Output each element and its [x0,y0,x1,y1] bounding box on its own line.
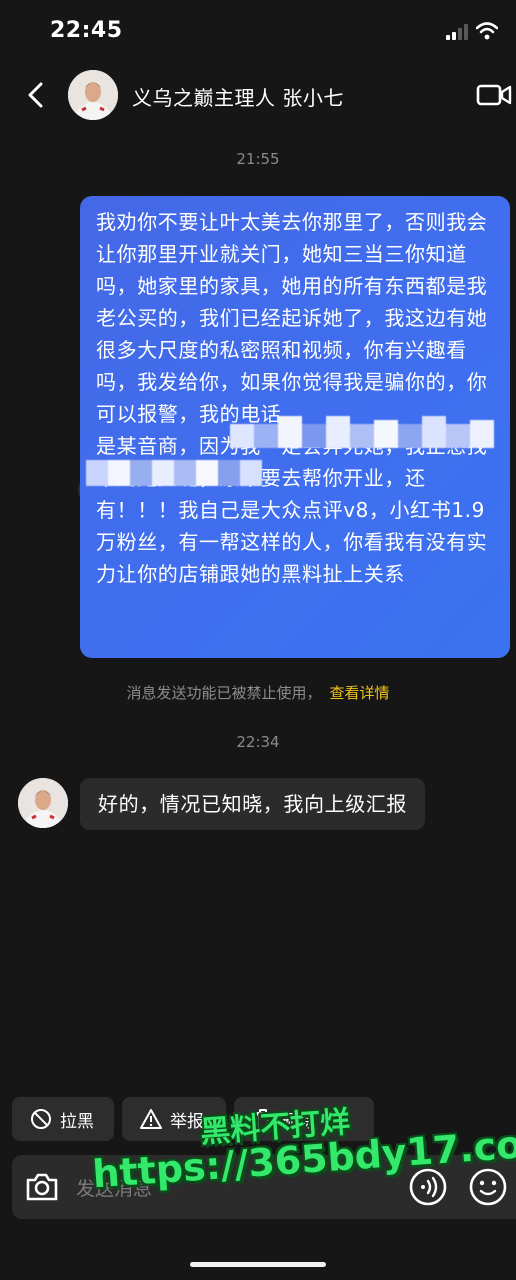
chat-header: 义乌之巅主理人 张小七 [0,62,516,128]
warning-icon [140,1109,162,1129]
status-icons [446,22,498,40]
incoming-message-bubble[interactable]: 好的，情况已知晓，我向上级汇报 [80,778,425,830]
block-label: 拉黑 [60,1111,94,1132]
sender-avatar[interactable] [18,778,68,828]
video-call-icon[interactable] [476,80,512,110]
message-timestamp: 21:55 [236,150,280,168]
chevron-left-icon[interactable] [22,78,50,112]
message-timestamp: 22:34 [236,733,280,751]
outgoing-message-bubble[interactable]: 我劝你不要让叶太美去你那里了，否则我会让你那里开业就关门，她知三当三你知道吗，她… [80,196,510,658]
emoji-icon[interactable] [468,1167,508,1207]
status-bar: 22:45 [0,0,516,62]
wifi-icon [476,22,498,40]
notice-text: 消息发送功能已被禁止使用， [126,684,322,702]
chat-title: 义乌之巅主理人 张小七 [132,86,344,110]
home-indicator [190,1262,326,1267]
contact-avatar[interactable] [68,70,118,120]
cellular-signal-icon [446,24,468,40]
block-icon [31,1109,51,1129]
view-details-link[interactable]: 查看详情 [330,684,390,702]
send-disabled-notice: 消息发送功能已被禁止使用， 查看详情 [0,682,516,703]
outgoing-message-text: 我劝你不要让叶太美去你那里了，否则我会让你那里开业就关门，她知三当三你知道吗，她… [96,210,510,586]
camera-icon[interactable] [24,1169,60,1205]
redaction-mosaic [86,454,276,494]
status-time: 22:45 [50,18,123,43]
block-button[interactable]: 拉黑 [12,1097,114,1141]
